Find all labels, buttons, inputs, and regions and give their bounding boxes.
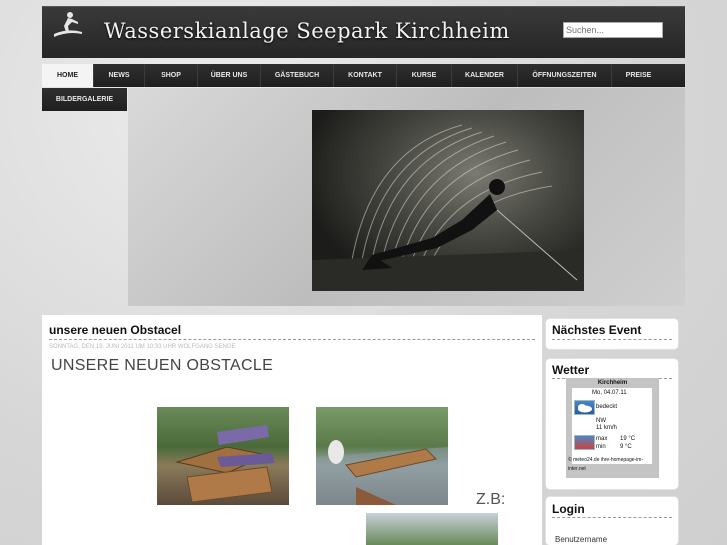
max-temp-label: max — [596, 436, 608, 442]
nav-item-kurse[interactable]: Kurse — [397, 64, 452, 87]
sidebar-weather: Wetter Kirchheim Mo, 04.07.11 bedeckt NW… — [546, 359, 678, 489]
title-divider — [49, 339, 535, 340]
weather-source-link[interactable]: © meteo24.de ihre-homepage-im-inter.net — [568, 456, 656, 474]
site-header: Wasserskianlage Seepark Kirchheim — [42, 6, 685, 58]
weather-condition: bedeckt — [596, 404, 618, 410]
sidebar-next-event: Nächstes Event — [546, 319, 678, 349]
banner-photo-waterskier — [312, 110, 584, 291]
nav-row-2: Bildergalerie — [42, 88, 127, 111]
max-temp-value: 19 °C — [620, 436, 636, 442]
wind-speed: 11 km/h — [596, 425, 617, 431]
obstacle-photo-1[interactable] — [157, 407, 289, 505]
weather-location: Kirchheim — [597, 380, 628, 386]
main-content: unsere neuen Obstacel SONNTAG, DEN 19. J… — [42, 315, 542, 545]
username-label: Benutzername — [555, 535, 608, 544]
weather-date: Mo, 04.07.11 — [592, 390, 627, 396]
nav-item-bildergalerie[interactable]: Bildergalerie — [42, 88, 127, 111]
obstacle-photo-2[interactable] — [316, 407, 448, 505]
nav-item-kalender[interactable]: Kalender — [452, 64, 518, 87]
nav-item-ueber-uns[interactable]: Über uns — [198, 64, 261, 87]
nav-item-preise[interactable]: Preise — [612, 64, 665, 87]
obstacle-photo-3[interactable] — [366, 513, 498, 545]
weather-panel: Mo, 04.07.11 bedeckt NW 11 km/h max 19 °… — [568, 388, 652, 472]
nav-item-news[interactable]: News — [94, 64, 145, 87]
site-title[interactable]: Wasserskianlage Seepark Kirchheim — [104, 19, 510, 43]
post-title[interactable]: unsere neuen Obstacel — [49, 323, 181, 337]
nav-item-home[interactable]: Home — [42, 64, 94, 87]
nav-item-gaestebuch[interactable]: Gästebuch — [261, 64, 334, 87]
nav-item-oeffnungszeiten[interactable]: Öffnungszeiten — [518, 64, 612, 87]
login-title: Login — [552, 502, 585, 516]
example-label: Z.B: — [476, 491, 506, 508]
next-event-divider — [552, 339, 672, 340]
sidebar-login: Login Benutzername — [546, 497, 678, 545]
min-temp-value: 9 °C — [620, 444, 632, 450]
next-event-title: Nächstes Event — [552, 323, 642, 337]
post-meta: SONNTAG, DEN 19. JUNI 2011 UM 10:33 UHR … — [49, 344, 236, 350]
search-input[interactable] — [563, 22, 663, 38]
nav-item-shop[interactable]: Shop — [145, 64, 198, 87]
cloudy-icon — [574, 400, 595, 415]
weather-widget[interactable]: Kirchheim Mo, 04.07.11 bedeckt NW 11 km/… — [566, 378, 659, 478]
waterski-logo-icon[interactable] — [52, 10, 84, 40]
nav-item-kontakt[interactable]: Kontakt — [334, 64, 397, 87]
login-divider — [552, 517, 672, 518]
wind-direction: NW — [596, 418, 606, 424]
post-heading: UNSERE NEUEN OBSTACLE — [51, 357, 274, 374]
min-temp-label: min — [596, 444, 606, 450]
main-nav: Home News Shop Über uns Gästebuch Kontak… — [42, 64, 685, 87]
weather-title: Wetter — [552, 363, 590, 377]
thermometer-icon — [574, 435, 595, 450]
